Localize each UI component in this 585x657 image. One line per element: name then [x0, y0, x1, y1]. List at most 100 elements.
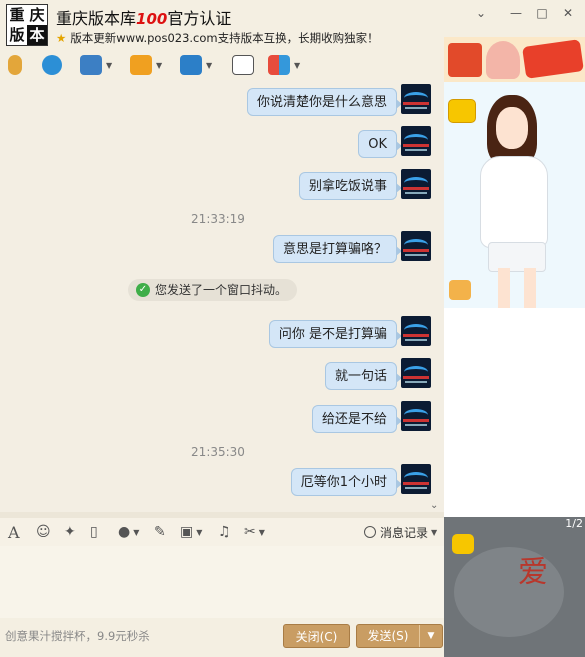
character-leg [498, 268, 510, 308]
image-icon[interactable]: ▣ ▼ [180, 523, 202, 541]
history-label: 消息记录 [380, 525, 429, 540]
gift-icon[interactable] [452, 534, 474, 554]
screen-share-icon [180, 55, 202, 75]
voice-message-icon[interactable]: ● ▼ [118, 523, 139, 541]
side-panel: 爱 1/2 [444, 37, 585, 657]
voice-call-button[interactable] [8, 53, 22, 77]
window-title: 重庆版本库100官方认证 [56, 5, 231, 29]
avatar[interactable] [401, 84, 431, 114]
close-icon[interactable]: ✕ [559, 4, 577, 22]
screen-share-button[interactable]: ▼ [180, 53, 212, 77]
apps-icon [268, 55, 290, 75]
signature-text: 版本更新www.pos023.com支持版本互换，长期收购独家！ [70, 31, 379, 45]
message-input[interactable] [0, 546, 444, 618]
character-leg [524, 268, 536, 308]
system-message: ✓ 您发送了一个窗口抖动。 [128, 279, 298, 301]
send-button[interactable]: 发送(S) ▼ [356, 624, 443, 648]
chevron-down-icon[interactable]: ▼ [106, 61, 112, 70]
file-transfer-icon [130, 55, 152, 75]
game-character-image [486, 41, 520, 79]
contact-photo[interactable]: 爱 1/2 [444, 517, 585, 657]
avatar-show[interactable] [444, 82, 585, 308]
message-bubble[interactable]: 给还是不给 [311, 405, 403, 433]
side-panel-blank [444, 308, 585, 517]
logo-char: 重 [9, 5, 25, 24]
hundred-badge: 100 [136, 10, 168, 28]
video-call-button[interactable] [42, 53, 62, 77]
avatar[interactable] [401, 169, 431, 199]
message-timestamp: 21:35:30 [191, 445, 245, 459]
emoji-icon[interactable]: ☺ [36, 523, 51, 541]
character-face [496, 107, 528, 149]
clock-icon [364, 526, 376, 538]
avatar[interactable] [401, 316, 431, 346]
chevron-down-icon[interactable]: ▼ [259, 528, 265, 537]
shake-window-icon[interactable]: ▯ [90, 523, 98, 541]
chevron-down-icon[interactable]: ▼ [431, 528, 437, 537]
title-suffix: 官方认证 [167, 9, 232, 28]
message-bubble[interactable]: OK [358, 130, 402, 158]
apps-button[interactable]: ▼ [268, 53, 300, 77]
new-discussion-button[interactable] [232, 53, 254, 77]
avatar[interactable] [401, 126, 431, 156]
file-transfer-button[interactable]: ▼ [130, 53, 162, 77]
avatar[interactable] [401, 401, 431, 431]
game-slogan-image [522, 39, 584, 79]
logo-char: 版 [9, 25, 25, 44]
bottom-bar: 创意果汁搅拌杯，9.9元秒杀 关闭(C) 发送(S) ▼ [0, 618, 444, 657]
font-icon[interactable]: A [8, 523, 20, 542]
game-ad-banner[interactable] [444, 37, 585, 82]
ad-link[interactable]: 创意果汁搅拌杯，9.9元秒杀 [5, 628, 150, 644]
thumbs-up-icon[interactable] [449, 280, 471, 300]
contact-signature: ★ 版本更新www.pos023.com支持版本互换，长期收购独家！ [56, 30, 379, 46]
message-bubble[interactable]: 意思是打算骗咯？ [272, 235, 403, 263]
photo-pager: 1/2 [565, 517, 583, 530]
close-button[interactable]: 关闭(C) [283, 624, 350, 648]
chevron-down-icon[interactable]: ▼ [196, 528, 202, 537]
message-bubble[interactable]: 厄等你1个小时 [290, 468, 403, 496]
avatar[interactable] [401, 358, 431, 388]
chat-toolbar: ▼ ▼ ▼ ▼ [0, 50, 444, 81]
chevron-down-icon[interactable]: ▼ [156, 61, 162, 70]
edit-icon[interactable]: ✎ [154, 523, 166, 541]
avatar[interactable] [401, 231, 431, 261]
chevron-down-icon[interactable]: ▼ [133, 528, 139, 537]
maximize-icon[interactable]: □ [533, 4, 551, 22]
message-timestamp: 21:33:19 [191, 212, 245, 226]
logo-char: 本 [27, 25, 47, 45]
scroll-down-icon[interactable]: ⌄ [430, 500, 438, 511]
music-icon[interactable]: ♫ [218, 523, 231, 541]
send-label[interactable]: 发送(S) [357, 625, 420, 647]
system-message-text: 您发送了一个窗口抖动。 [155, 283, 288, 297]
star-icon: ★ [56, 31, 67, 45]
magic-icon[interactable]: ✦ [64, 523, 76, 541]
message-bubble[interactable]: 别拿吃饭说事 [298, 172, 403, 200]
gift-icon[interactable] [448, 99, 476, 123]
app-logo: 重 庆 版 本 [6, 4, 48, 46]
video-camera-icon [42, 55, 62, 75]
microphone-icon [8, 55, 22, 75]
remote-assist-icon [80, 55, 102, 75]
minimize-icon[interactable]: — [507, 4, 525, 22]
remote-assist-button[interactable]: ▼ [80, 53, 112, 77]
message-history-button[interactable]: 消息记录 ▼ [364, 523, 437, 541]
character-shorts [488, 242, 546, 272]
character-shirt [480, 156, 548, 248]
message-bubble[interactable]: 问你 是不是打算骗 [268, 320, 403, 348]
new-discussion-icon [232, 55, 254, 75]
menu-chevron-icon[interactable]: ⌄ [472, 4, 490, 22]
chevron-down-icon[interactable]: ▼ [206, 61, 212, 70]
check-icon: ✓ [136, 283, 150, 297]
message-bubble[interactable]: 就一句话 [324, 362, 403, 390]
avatar[interactable] [401, 464, 431, 494]
game-logo [448, 43, 482, 77]
logo-char: 庆 [29, 5, 45, 24]
chevron-down-icon[interactable]: ▼ [294, 61, 300, 70]
chevron-down-icon[interactable]: ▼ [420, 625, 442, 647]
photo-text: 爱 [518, 555, 548, 590]
title-text: 重庆版本库 [56, 9, 137, 28]
input-toolbar: A ☺ ✦ ▯ ● ▼ ✎ ▣ ▼ ♫ ✂ ▼ 消息记录 ▼ [0, 518, 444, 546]
message-list[interactable]: 你说清楚你是什么意思 OK 别拿吃饭说事 21:33:19 意思是打算骗咯？ ✓… [0, 80, 444, 512]
message-bubble[interactable]: 你说清楚你是什么意思 [246, 88, 403, 116]
screenshot-scissors-icon[interactable]: ✂ ▼ [244, 523, 265, 541]
